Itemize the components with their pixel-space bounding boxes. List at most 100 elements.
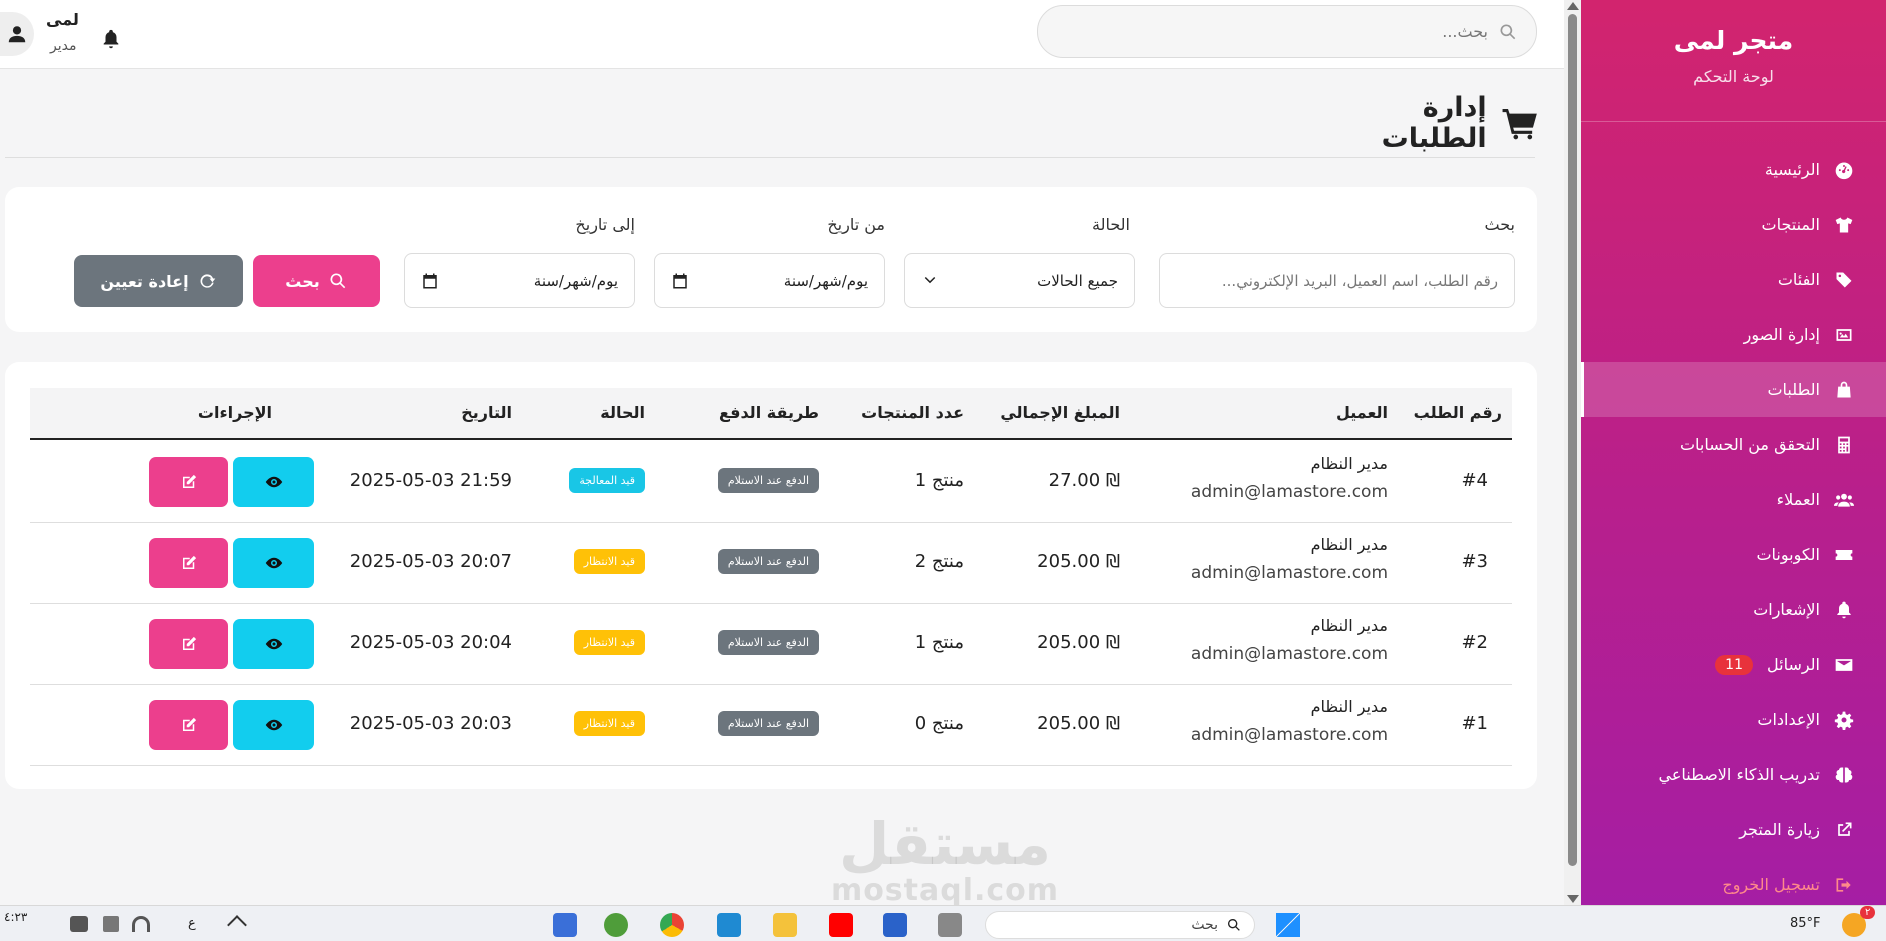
sidebar-item-notifications[interactable]: الإشعارات [1581, 582, 1886, 637]
search-filter-placeholder: رقم الطلب، اسم العميل، البريد الإلكتروني… [1221, 271, 1498, 290]
edit-order-button[interactable] [149, 619, 228, 669]
order-number: #2 [1461, 632, 1488, 653]
sidebar-item-ai-training[interactable]: تدريب الذكاء الاصطناعي [1581, 747, 1886, 802]
sidebar-item-visit-store[interactable]: زيارة المتجر [1581, 802, 1886, 857]
edit-order-button[interactable] [149, 538, 228, 588]
scroll-thumb[interactable] [1568, 14, 1577, 866]
reset-button[interactable]: إعادة تعيين [74, 255, 243, 307]
table-row: #3 مدير النظام admin@lamastore.com 205.0… [30, 523, 1512, 604]
sidebar-item-customers[interactable]: العملاء [1581, 472, 1886, 527]
status-filter-label: الحالة [1092, 215, 1130, 234]
view-order-button[interactable] [233, 619, 314, 669]
payment-method-badge: الدفع عند الاستلام [717, 468, 819, 493]
status-badge: قيد الانتظار [573, 630, 645, 655]
status-badge: قيد الانتظار [573, 549, 645, 574]
sidebar-item-images[interactable]: إدارة الصور [1581, 307, 1886, 362]
search-input[interactable]: بحث... [1037, 5, 1537, 58]
view-order-button[interactable] [233, 538, 314, 588]
status-select[interactable]: جميع الحالات [904, 253, 1135, 308]
order-total: 205.00 ₪ [1037, 551, 1120, 572]
images-icon [1832, 323, 1856, 347]
order-items-count: 0 منتج [914, 713, 964, 734]
edit-icon [182, 636, 196, 650]
table-row: #4 مدير النظام admin@lamastore.com 27.00… [30, 442, 1512, 523]
order-number: #1 [1461, 713, 1488, 734]
taskbar-search-label: بحث [1191, 917, 1218, 933]
notifications-bell-icon[interactable] [100, 28, 122, 50]
edit-order-button[interactable] [149, 700, 228, 750]
order-total: 205.00 ₪ [1037, 713, 1120, 734]
customer-name: مدير النظام [1310, 535, 1388, 554]
view-order-button[interactable] [233, 700, 314, 750]
calendar-icon[interactable] [671, 272, 689, 290]
order-date: 2025-05-03 20:07 [349, 551, 512, 572]
th-order-no: رقم الطلب [1413, 403, 1502, 422]
people-app-icon[interactable] [604, 913, 628, 937]
brand-subtitle: لوحة التحكم [1693, 67, 1774, 86]
avatar[interactable] [0, 12, 34, 56]
chrome-app-icon[interactable] [660, 913, 684, 937]
reset-button-label: إعادة تعيين [100, 271, 189, 291]
taskbar-clock[interactable]: ٤:٢٣ [4, 910, 27, 924]
user-menu[interactable]: لمى مدير [0, 8, 130, 60]
language-indicator[interactable]: ع [188, 916, 196, 931]
edit-order-button[interactable] [149, 457, 228, 507]
sidebar-item-label: المنتجات [1761, 215, 1821, 234]
topbar: بحث... لمى مدير [0, 0, 1564, 69]
customer-name: مدير النظام [1310, 454, 1388, 473]
search-icon [1228, 919, 1240, 931]
sidebar-item-label: الكوبونات [1756, 545, 1820, 564]
sidebar-item-orders[interactable]: الطلبات [1581, 362, 1886, 417]
store-app-icon[interactable] [883, 913, 907, 937]
sidebar-item-categories[interactable]: الفئات [1581, 252, 1886, 307]
vscode-app-icon[interactable] [717, 913, 741, 937]
brand: متجر لمى لوحة التحكم [1581, 0, 1886, 122]
th-items: عدد المنتجات [861, 403, 964, 422]
edit-icon [182, 717, 196, 731]
youtube-app-icon[interactable] [829, 913, 853, 937]
edit-icon [182, 474, 196, 488]
sidebar-item-coupons[interactable]: الكوبونات [1581, 527, 1886, 582]
sidebar-item-label: إدارة الصور [1743, 325, 1820, 344]
wifi-icon[interactable] [132, 916, 150, 932]
search-button[interactable]: بحث [253, 255, 380, 307]
weather-temp[interactable]: 85°F [1790, 916, 1821, 931]
envelope-icon [1832, 653, 1856, 677]
notepad-app-icon[interactable] [553, 913, 577, 937]
page-scrollbar[interactable] [1564, 0, 1581, 905]
order-number: #3 [1461, 551, 1488, 572]
from-date-placeholder: يوم/شهر/سنة [783, 271, 868, 290]
sidebar-item-logout[interactable]: تسجيل الخروج [1581, 857, 1886, 912]
calculator-icon [1832, 433, 1856, 457]
tags-icon [1832, 268, 1856, 292]
messages-count-badge: 11 [1715, 654, 1753, 675]
view-order-button[interactable] [233, 457, 314, 507]
sidebar-item-products[interactable]: المنتجات [1581, 197, 1886, 252]
notification-count-badge: ٢ [1860, 906, 1876, 919]
watermark-arabic: مستقل [838, 810, 1052, 878]
user-icon [8, 26, 26, 43]
shirt-icon [1832, 213, 1856, 237]
scroll-up-arrow[interactable] [1567, 2, 1579, 10]
sidebar-item-account-verification[interactable]: التحقق من الحسابات [1581, 417, 1886, 472]
chevron-up-icon[interactable] [227, 915, 247, 935]
to-date-input[interactable]: يوم/شهر/سنة [404, 253, 635, 308]
to-date-label: إلى تاريخ [575, 215, 635, 234]
app-icon[interactable] [938, 913, 962, 937]
status-select-value: جميع الحالات [1037, 271, 1118, 290]
from-date-input[interactable]: يوم/شهر/سنة [654, 253, 885, 308]
battery-icon[interactable] [70, 916, 88, 932]
volume-icon[interactable] [103, 916, 119, 932]
sidebar-item-settings[interactable]: الإعدادات [1581, 692, 1886, 747]
th-actions: الإجراءات [197, 403, 272, 422]
scroll-down-arrow[interactable] [1567, 895, 1579, 903]
sidebar-item-messages[interactable]: الرسائل 11 [1581, 637, 1886, 692]
search-filter-label: بحث [1484, 215, 1516, 234]
taskbar-search[interactable]: بحث [985, 911, 1255, 939]
search-filter-input[interactable]: رقم الطلب، اسم العميل، البريد الإلكتروني… [1159, 253, 1515, 308]
sidebar-item-label: الإعدادات [1757, 710, 1820, 729]
calendar-icon[interactable] [421, 272, 439, 290]
file-explorer-icon[interactable] [773, 913, 797, 937]
windows-start-icon[interactable] [1276, 913, 1300, 937]
sidebar-item-home[interactable]: الرئيسية [1581, 142, 1886, 197]
